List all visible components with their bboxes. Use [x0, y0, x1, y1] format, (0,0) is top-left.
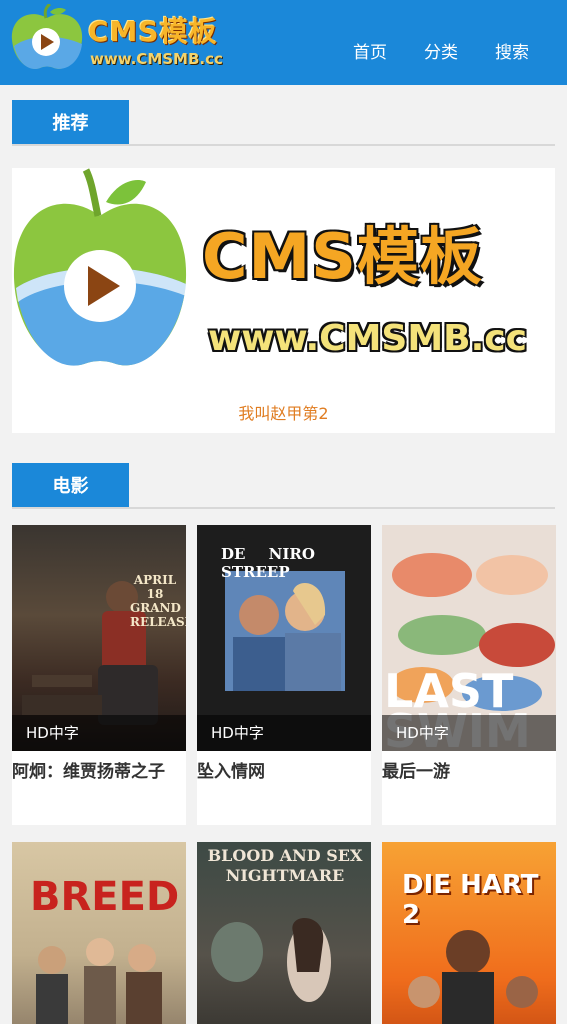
quality-badge: HD中字 [211, 724, 264, 742]
movie-poster[interactable]: DE NIRO STREEP HD中字 [197, 525, 371, 751]
poster-art [36, 938, 162, 1024]
movies-title: 电影 [12, 463, 129, 507]
logo-title: CMS模板 [88, 15, 218, 48]
movie-poster[interactable]: BREED [12, 842, 186, 1024]
nav-home[interactable]: 首页 [353, 38, 387, 63]
movie-card[interactable]: APRIL 18 GRAND RELEASE HD中字 阿炯：维贾扬蒂之子 [12, 525, 186, 825]
quality-badge: HD中字 [26, 724, 79, 742]
banner-caption[interactable]: 我叫赵甲第2 [12, 400, 555, 424]
quality-badge: HD中字 [396, 724, 449, 742]
main-nav: 首页 分类 搜索 [353, 38, 529, 63]
movie-poster[interactable]: BLOOD AND SEX NIGHTMARE [197, 842, 371, 1024]
poster-text: DE NIRO STREEP [221, 545, 315, 581]
apple-logo-icon [11, 4, 83, 70]
apple-logo-icon [13, 168, 187, 366]
movie-card[interactable]: LAST SWIM HD中字 最后一游 [382, 525, 556, 825]
movie-card[interactable]: BLOOD AND SEX NIGHTMARE [197, 842, 371, 1024]
banner-url: www.CMSMB.cc [208, 318, 527, 359]
movie-poster[interactable]: APRIL 18 GRAND RELEASE HD中字 [12, 525, 186, 751]
movie-card[interactable]: DIE HART 2 [382, 842, 556, 1024]
nav-search[interactable]: 搜索 [495, 38, 529, 63]
movie-poster[interactable]: DIE HART 2 [382, 842, 556, 1024]
poster-text: BREED [30, 874, 180, 920]
movie-card[interactable]: BREED [12, 842, 186, 1024]
movie-title[interactable]: 阿炯：维贾扬蒂之子 [12, 751, 186, 781]
recommend-banner[interactable]: CMS模板 www.CMSMB.cc 我叫赵甲第2 [12, 168, 555, 433]
header-bar: CMS模板 www.CMSMB.cc 首页 分类 搜索 [0, 0, 567, 85]
movies-section-header: 电影 [12, 463, 555, 509]
poster-text: BLOOD AND SEX NIGHTMARE [207, 846, 363, 885]
recommend-section-header: 推荐 [12, 100, 555, 146]
recommend-title: 推荐 [12, 100, 129, 144]
movie-poster[interactable]: LAST SWIM HD中字 [382, 525, 556, 751]
poster-text: APRIL 18 GRAND RELEASE [130, 573, 186, 629]
nav-category[interactable]: 分类 [424, 38, 458, 63]
movie-card[interactable]: DE NIRO STREEP HD中字 坠入情网 [197, 525, 371, 825]
banner-title: CMS模板 [202, 220, 483, 293]
movie-title[interactable]: 坠入情网 [197, 751, 371, 781]
poster-text: DIE HART 2 [402, 870, 539, 930]
movie-title[interactable]: 最后一游 [382, 751, 556, 781]
site-logo[interactable]: CMS模板 www.CMSMB.cc [10, 4, 240, 74]
logo-url: www.CMSMB.cc [90, 50, 223, 68]
